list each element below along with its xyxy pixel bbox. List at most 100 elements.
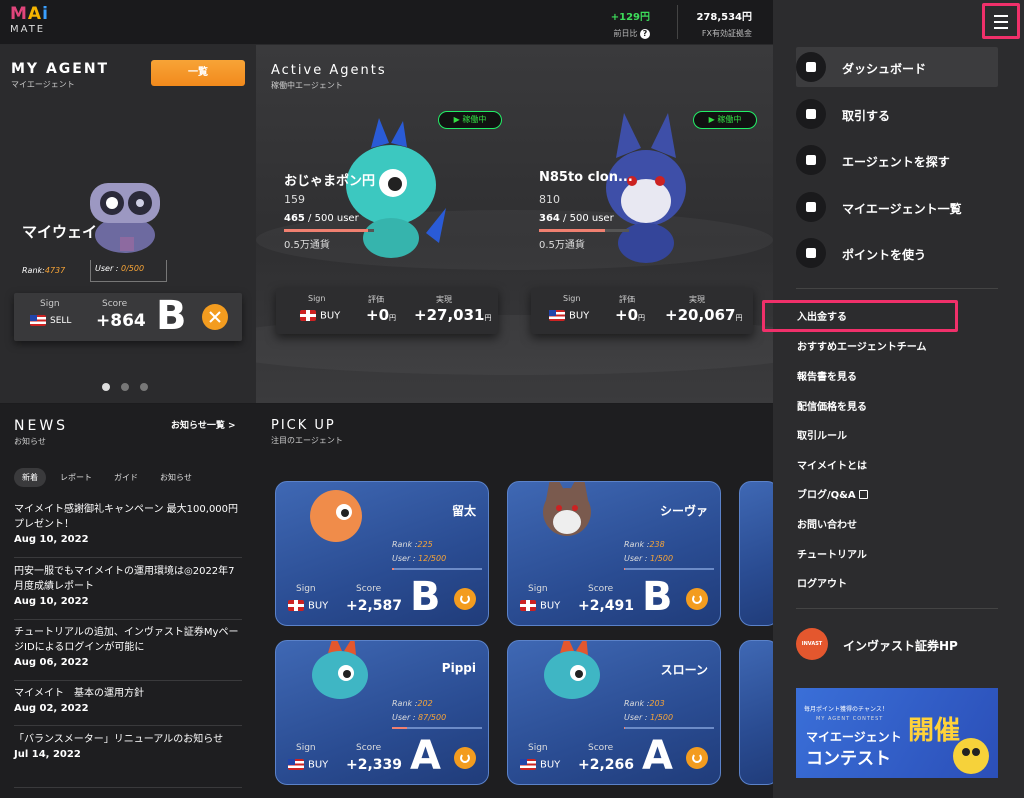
my-agent-score-card[interactable]: Sign SELL Score +864 B: [14, 293, 242, 341]
score-label: Score: [102, 299, 128, 309]
pickup-progress-fill: [392, 727, 408, 729]
contest-banner[interactable]: 毎月ポイント獲得のチャンス！ MY AGENT CONTEST マイエージェント…: [796, 688, 998, 778]
gbp-flag-icon: [520, 600, 536, 611]
agent-number: 810: [539, 193, 560, 206]
sign-label: Sign: [296, 584, 316, 594]
pickup-agent-name: 留太: [451, 504, 476, 518]
pickup-progress: [392, 568, 482, 570]
sign-label: Sign: [528, 584, 548, 594]
carousel-dot[interactable]: [121, 383, 129, 391]
news-list-link[interactable]: お知らせ一覧 >: [171, 418, 236, 431]
menu-link-about[interactable]: マイメイトとは: [797, 457, 867, 472]
menu-link-blog[interactable]: ブログ/Q&A: [797, 486, 869, 501]
robot-agent-avatar[interactable]: [80, 175, 170, 260]
menu-link-tutorial[interactable]: チュートリアル: [797, 546, 867, 561]
tab-notice[interactable]: お知らせ: [152, 468, 200, 487]
menu-item-my-agents[interactable]: マイエージェント一覧: [796, 187, 998, 227]
menu-link-logout[interactable]: ログアウト: [797, 575, 847, 590]
sign-label: Sign: [308, 294, 326, 303]
banner-line2: MY AGENT CONTEST: [816, 716, 884, 722]
logo-subtext: MATE: [10, 24, 46, 35]
menu-link-invast-hp[interactable]: インヴァスト証券HP: [843, 637, 958, 654]
pickup-card[interactable]: スローン Rank :203 User : 1/500 Sign Score B…: [507, 640, 721, 785]
sign-value: SELL: [30, 315, 71, 326]
news-item[interactable]: 円安一服でもマイメイトの運用環境は◎2022年7月度成績レポート Aug 10, …: [14, 564, 242, 620]
external-link-icon: [859, 490, 869, 499]
users-progress-fill: [539, 229, 605, 232]
score-value: +2,339: [346, 757, 403, 773]
menu-link-recommended-team[interactable]: おすすめエージェントチーム: [797, 338, 927, 353]
pickup-card-partial[interactable]: [739, 481, 773, 626]
agent-users: 364 / 500 user: [539, 213, 614, 224]
pickup-panel: PICK UP 注目のエージェント 留太 Rank :225 User : 12…: [256, 404, 773, 798]
power-icon[interactable]: [454, 747, 476, 769]
news-item[interactable]: マイメイト感謝御礼キャンペーン 最大100,000円プレゼント！ Aug 10, …: [14, 502, 242, 558]
pickup-users: User : 87/500: [392, 713, 447, 722]
help-icon[interactable]: ?: [640, 29, 650, 39]
mai-mate-logo[interactable]: MAi MATE: [10, 6, 49, 35]
agent-stats-card[interactable]: Sign BUY 評価 +0円 実現 +27,031円: [276, 288, 498, 334]
news-item[interactable]: 「バランスメーター」リニューアルのお知らせ Jul 14, 2022: [14, 732, 242, 788]
menu-item-find-agent[interactable]: エージェントを探す: [796, 140, 998, 180]
eval-label: 評価: [368, 295, 384, 304]
power-icon[interactable]: [686, 747, 708, 769]
dragon-agent-avatar: [312, 641, 368, 699]
pnl-value: +129円: [610, 12, 650, 23]
pickup-card[interactable]: 留太 Rank :225 User : 12/500 Sign Score BU…: [275, 481, 489, 626]
active-agents-title: Active Agents: [271, 63, 387, 78]
pickup-card[interactable]: シーヴァ Rank :238 User : 1/500 Sign Score B…: [507, 481, 721, 626]
grade-letter: B: [410, 574, 441, 620]
eval-value: +0円: [366, 306, 397, 324]
menu-link-rules[interactable]: 取引ルール: [797, 427, 847, 442]
menu-link-reports[interactable]: 報告書を見る: [797, 368, 857, 383]
usd-flag-icon: [288, 759, 304, 770]
tools-icon[interactable]: [202, 304, 228, 330]
pickup-card[interactable]: Pippi Rank :202 User : 87/500 Sign Score…: [275, 640, 489, 785]
carousel-dot[interactable]: [102, 383, 110, 391]
app-root: MAi MATE +129円 前日比 ? 278,534円 FX有効証拠金 MY…: [0, 0, 1024, 798]
pickup-agent-name: シーヴァ: [659, 504, 708, 518]
power-icon[interactable]: [686, 588, 708, 610]
menu-link-contact[interactable]: お問い合わせ: [797, 516, 857, 531]
menu-link-prices[interactable]: 配信価格を見る: [797, 398, 867, 413]
pickup-progress-fill: [624, 568, 625, 570]
menu-item-points[interactable]: ポイントを使う: [796, 233, 998, 273]
usd-flag-icon: [30, 315, 46, 326]
carousel-dot[interactable]: [140, 383, 148, 391]
pnl-stat: +129円 前日比 ?: [598, 8, 650, 39]
score-label: Score: [588, 584, 614, 594]
carousel-dots[interactable]: [102, 376, 159, 395]
realized-label: 実現: [436, 295, 452, 304]
agent-stats-card[interactable]: Sign BUY 評価 +0円 実現 +20,067円: [531, 288, 753, 334]
sign-label: Sign: [563, 294, 581, 303]
usd-flag-icon: [549, 310, 565, 321]
gbp-flag-icon: [288, 600, 304, 611]
power-icon[interactable]: [454, 588, 476, 610]
tab-report[interactable]: レポート: [52, 468, 100, 487]
my-agent-rank: Rank:4737: [22, 266, 66, 275]
pickup-card-partial[interactable]: [739, 640, 773, 785]
news-item[interactable]: マイメイト 基本の運用方針 Aug 02, 2022: [14, 686, 242, 726]
news-tabs: 新着 レポート ガイド お知らせ: [14, 468, 206, 487]
menu-item-dashboard[interactable]: ダッシュボード: [796, 47, 998, 87]
side-menu: ダッシュボード 取引する エージェントを探す マイエージェント一覧 ポイントを使…: [773, 0, 1024, 798]
tab-guide[interactable]: ガイド: [106, 468, 146, 487]
menu-item-trade[interactable]: 取引する: [796, 94, 998, 134]
sign-label: Sign: [528, 743, 548, 753]
header-divider: [677, 5, 678, 39]
pickup-users: User : 12/500: [392, 554, 447, 563]
tab-new[interactable]: 新着: [14, 468, 46, 487]
my-agent-panel: MY AGENT マイエージェント 一覧 マイウェイ Rank:4737 Use…: [0, 45, 256, 403]
news-subtitle: お知らせ: [14, 437, 46, 446]
sign-value: BUY: [520, 600, 560, 612]
my-agent-subtitle: マイエージェント: [11, 80, 75, 89]
menu-hamburger-icon[interactable]: [982, 3, 1020, 39]
agent-list-button[interactable]: 一覧: [151, 60, 245, 86]
chart-icon: [796, 99, 826, 129]
realized-label: 実現: [689, 295, 705, 304]
pickup-progress-fill: [624, 727, 625, 729]
wolf-agent-avatar[interactable]: [586, 113, 706, 263]
news-item[interactable]: チュートリアルの追加、インヴァスト証券MyページIDによるログインが可能に Aug…: [14, 625, 242, 681]
banner-line1: 毎月ポイント獲得のチャンス！: [804, 706, 888, 713]
score-value: +2,587: [346, 598, 403, 614]
